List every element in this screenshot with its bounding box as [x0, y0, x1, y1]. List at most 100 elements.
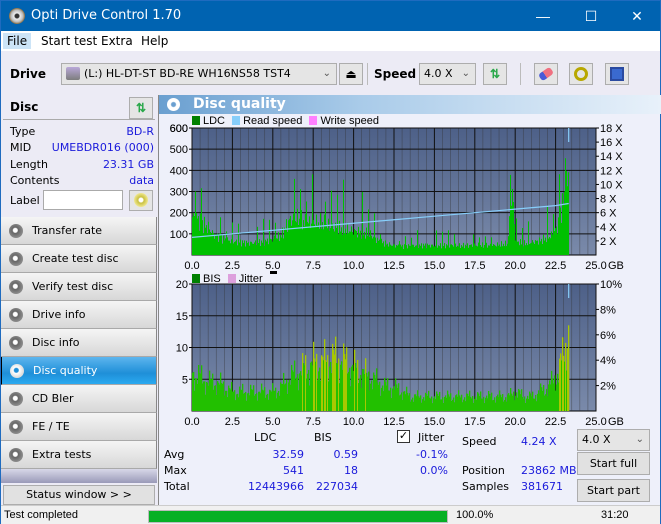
- label-disc-button[interactable]: [129, 190, 153, 211]
- ldc-bar: [455, 243, 456, 255]
- nav-disc-quality[interactable]: Disc quality: [1, 357, 157, 385]
- ldc-bar: [423, 243, 424, 255]
- ldc-bar: [508, 236, 509, 255]
- stats-label-total: Total: [164, 480, 190, 493]
- ldc-bar: [249, 245, 250, 255]
- ldc-bar: [280, 235, 281, 255]
- ldc-bar: [238, 223, 239, 255]
- start-full-button[interactable]: Start full: [577, 452, 650, 475]
- bis-chart: 5 10 15 20 2% 4% 6% 8% 10% 0.0 2.5 5.0 7.5 10.0 12.5 15…: [176, 279, 624, 427]
- ldc-bar: [541, 238, 542, 255]
- ldc-bar: [239, 242, 240, 255]
- ldc-bar: [332, 223, 333, 255]
- y-tick-label: 15: [176, 311, 188, 323]
- ldc-bar: [568, 172, 569, 255]
- ldc-bar: [428, 245, 429, 255]
- ldc-bar: [333, 229, 334, 255]
- ldc-bar: [441, 248, 442, 255]
- jitter-checkbox[interactable]: ✓: [397, 430, 410, 443]
- nav-fe-te[interactable]: FE / TE: [1, 413, 157, 441]
- y2-tick-label: 8 X: [600, 194, 617, 206]
- nav-verify-test-disc[interactable]: Verify test disc: [1, 273, 157, 301]
- ldc-bar: [539, 237, 540, 255]
- nav-extra-tests[interactable]: Extra tests: [1, 441, 157, 469]
- ldc-bar: [338, 234, 339, 255]
- ldc-bar: [530, 243, 531, 255]
- window-title: Opti Drive Control 1.70: [31, 8, 182, 23]
- ldc-bar: [232, 222, 233, 255]
- menu-file[interactable]: File: [3, 33, 32, 49]
- ldc-bar: [381, 238, 382, 255]
- ldc-bar: [323, 229, 324, 255]
- x-tick-label: 25.0: [585, 260, 606, 271]
- ldc-bar: [304, 226, 305, 255]
- ldc-bar: [264, 245, 265, 255]
- nav-drive-info[interactable]: Drive info: [1, 301, 157, 329]
- nav-cd-bler[interactable]: CD Bler: [1, 385, 157, 413]
- status-window-button[interactable]: Status window > >: [3, 485, 155, 505]
- eject-button[interactable]: ⏏: [339, 63, 363, 85]
- save-button[interactable]: [605, 63, 629, 85]
- ldc-bar: [242, 240, 243, 255]
- disc-quality-panel: Disc quality LDC Read speed Write speed …: [158, 95, 661, 505]
- x-tick-label: 2.5: [225, 416, 240, 427]
- ldc-bar: [431, 244, 432, 255]
- menu-start-test[interactable]: Start test: [37, 33, 101, 49]
- ldc-bar: [281, 237, 282, 255]
- y2-tick-label: 10%: [600, 279, 622, 291]
- close-button[interactable]: ✕: [614, 1, 660, 31]
- menu-help[interactable]: Help: [137, 33, 172, 49]
- ldc-bar: [467, 243, 468, 255]
- ldc-bar: [411, 237, 412, 255]
- ldc-bar: [250, 241, 251, 255]
- nav-create-test-disc[interactable]: Create test disc: [1, 245, 157, 273]
- ldc-bar: [396, 245, 397, 255]
- speed-select[interactable]: 4.0 X ⌄: [419, 63, 476, 85]
- ldc-bar: [229, 240, 230, 255]
- ldc-bar: [375, 237, 376, 255]
- ldc-bar: [355, 230, 356, 255]
- nav-label: Disc info: [32, 336, 80, 349]
- ldc-bar: [298, 225, 299, 255]
- refresh-button[interactable]: ⇅: [483, 63, 507, 85]
- x-tick-label: 7.5: [306, 260, 321, 271]
- ldc-bar: [407, 248, 408, 255]
- ldc-bar: [345, 228, 346, 255]
- settings-button[interactable]: [569, 63, 593, 85]
- start-part-button[interactable]: Start part: [577, 479, 650, 502]
- ldc-bar: [392, 245, 393, 255]
- ldc-bar: [503, 243, 504, 255]
- test-speed-select[interactable]: 4.0 X ⌄: [577, 429, 650, 451]
- ldc-bar: [480, 245, 481, 255]
- panel-header: Disc quality: [159, 95, 661, 114]
- maximize-button[interactable]: ☐: [568, 1, 614, 31]
- label-input[interactable]: [43, 190, 123, 210]
- minimize-button[interactable]: —: [520, 1, 566, 31]
- ldc-bar: [287, 231, 288, 255]
- ldc-bar: [513, 201, 514, 255]
- disc-info-panel: Disc ⇅ Type BD-R MID UMEBDR016 (000) Lengt…: [1, 95, 158, 217]
- ldc-bar: [322, 222, 323, 255]
- ldc-bar: [289, 218, 290, 255]
- disc-refresh-button[interactable]: ⇅: [129, 97, 153, 119]
- ldc-bar: [529, 244, 530, 255]
- ldc-bar: [534, 243, 535, 255]
- erase-button[interactable]: [534, 63, 558, 85]
- ldc-bar: [247, 242, 248, 255]
- menu-extra[interactable]: Extra: [97, 33, 137, 49]
- y2-tick-label: 18 X: [600, 123, 623, 135]
- y-tick-label: 5: [182, 374, 188, 386]
- ldc-bar: [553, 214, 554, 255]
- ldc-bar: [566, 171, 567, 255]
- ldc-bar: [515, 240, 516, 255]
- drive-select[interactable]: (L:) HL-DT-ST BD-RE WH16NS58 TST4 ⌄: [61, 63, 337, 85]
- x-axis-label: GB: [608, 260, 624, 271]
- ldc-bar: [297, 208, 298, 255]
- ldc-bar: [504, 246, 505, 255]
- nav-disc-info[interactable]: Disc info: [1, 329, 157, 357]
- ldc-bar: [362, 191, 363, 255]
- ldc-bar: [237, 245, 238, 255]
- nav-transfer-rate[interactable]: Transfer rate: [1, 217, 157, 245]
- ldc-bar: [415, 245, 416, 255]
- ldc-bar: [405, 236, 406, 255]
